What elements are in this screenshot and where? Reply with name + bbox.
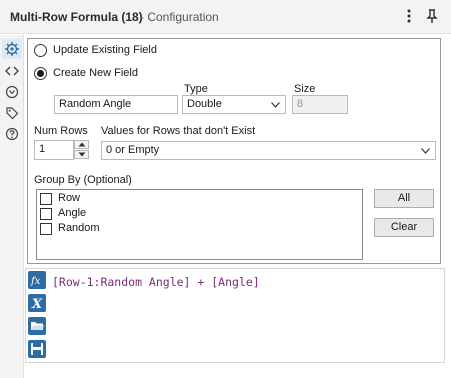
pin-icon[interactable]: [425, 8, 439, 24]
size-input[interactable]: 8: [292, 95, 348, 114]
settings-circle-icon[interactable]: [5, 85, 19, 99]
checkbox-label: Random: [58, 222, 100, 234]
update-existing-label: Update Existing Field: [53, 44, 157, 56]
config-sidebar: [0, 35, 24, 378]
svg-text:fx: fx: [30, 276, 41, 287]
num-rows-stepper[interactable]: 1: [34, 140, 90, 160]
tool-subtitle: - Configuration: [140, 10, 219, 24]
num-rows-input[interactable]: 1: [34, 140, 74, 160]
group-by-label: Group By (Optional): [34, 174, 132, 186]
variable-x-icon[interactable]: X: [28, 294, 46, 312]
type-value: Double: [187, 98, 222, 110]
all-button[interactable]: All: [374, 189, 434, 208]
help-icon[interactable]: [5, 127, 19, 141]
folder-open-icon[interactable]: [28, 317, 46, 335]
formula-panel: fx X [Row-1:Random Angle] + [Angle]: [25, 268, 445, 363]
spin-down-button[interactable]: [74, 150, 89, 159]
update-existing-radio[interactable]: [34, 44, 47, 57]
chevron-down-icon: [271, 102, 280, 108]
values-label: Values for Rows that don't Exist: [101, 125, 256, 137]
clear-button[interactable]: Clear: [374, 218, 434, 237]
type-dropdown[interactable]: Double: [182, 95, 286, 114]
random-checkbox[interactable]: [40, 223, 52, 235]
values-value: 0 or Empty: [106, 144, 160, 156]
size-label: Size: [294, 83, 316, 95]
svg-text:X: X: [31, 297, 43, 312]
save-icon[interactable]: [28, 340, 46, 358]
panel-header: Multi-Row Formula (18) - Configuration: [0, 0, 451, 34]
create-new-radio[interactable]: [34, 67, 47, 80]
config-content: Update Existing Field Create New Field T…: [25, 35, 445, 378]
field-name-input[interactable]: Random Angle: [54, 95, 178, 114]
angle-checkbox[interactable]: [40, 208, 52, 220]
checkbox-label: Angle: [58, 207, 87, 219]
group-by-list: Row Angle Random: [36, 189, 363, 260]
tool-title: Multi-Row Formula (18): [10, 10, 143, 24]
values-dropdown[interactable]: 0 or Empty: [101, 141, 436, 160]
more-options-icon[interactable]: [404, 8, 414, 24]
checkbox-label: Row: [58, 192, 81, 204]
formula-expression[interactable]: [Row-1:Random Angle] + [Angle]: [52, 275, 260, 289]
spin-up-button[interactable]: [74, 140, 89, 149]
type-label: Type: [184, 83, 208, 95]
configuration-panel: Update Existing Field Create New Field T…: [27, 38, 441, 264]
create-new-label: Create New Field: [53, 67, 138, 79]
chevron-down-icon: [421, 148, 430, 154]
row-checkbox[interactable]: [40, 193, 52, 205]
code-icon[interactable]: [5, 64, 19, 78]
gear-icon[interactable]: [2, 39, 22, 59]
num-rows-label: Num Rows: [34, 125, 88, 137]
tag-icon[interactable]: [5, 106, 19, 120]
fx-icon[interactable]: fx: [28, 271, 46, 289]
